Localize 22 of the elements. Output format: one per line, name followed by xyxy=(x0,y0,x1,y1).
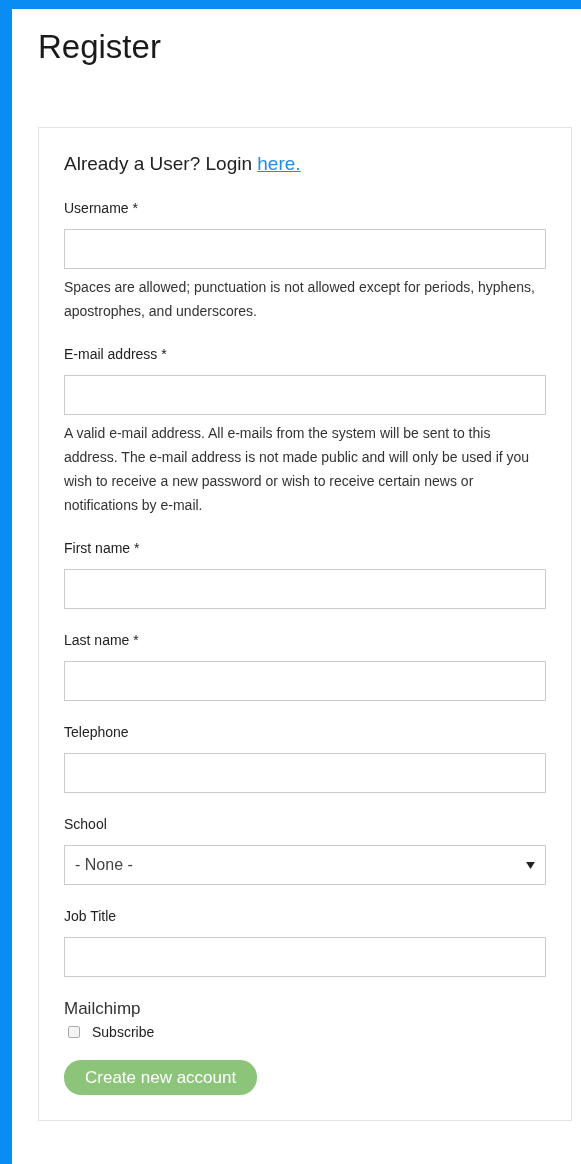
input-field[interactable] xyxy=(64,661,546,701)
input-field[interactable] xyxy=(64,753,546,793)
help-text: A valid e-mail address. All e-mails from the system will be sent to this address. The e-mail address is not made public and will only be used if you wish to receive a new password or wish to receive certain news or notifications by e-mail. xyxy=(64,424,531,515)
checkbox[interactable] xyxy=(68,1026,80,1038)
input-field[interactable] xyxy=(64,569,546,609)
field-label: Last name * xyxy=(64,631,140,650)
field-label: Username * xyxy=(64,199,139,218)
input-field[interactable] xyxy=(64,229,546,269)
field-label: E-mail address * xyxy=(64,345,168,364)
field-label: School xyxy=(64,815,108,834)
section-heading: Mailchimp xyxy=(64,998,142,1020)
caret-icon xyxy=(526,861,535,869)
field-label: Job Title xyxy=(64,907,118,926)
checkbox-label[interactable]: Subscribe xyxy=(92,1022,155,1042)
input-field[interactable] xyxy=(64,937,546,977)
help-text: Spaces are allowed; punctuation is not allowed except for periods, hyphens, apostrophes, and underscores. xyxy=(64,278,536,321)
field-label: First name * xyxy=(64,539,141,558)
input-field[interactable] xyxy=(64,375,546,415)
field-label: Telephone xyxy=(64,723,130,742)
login-prompt: Already a User? Login xyxy=(64,153,252,174)
select-field[interactable]: - None - xyxy=(64,845,546,885)
page-title: Register xyxy=(38,27,162,67)
